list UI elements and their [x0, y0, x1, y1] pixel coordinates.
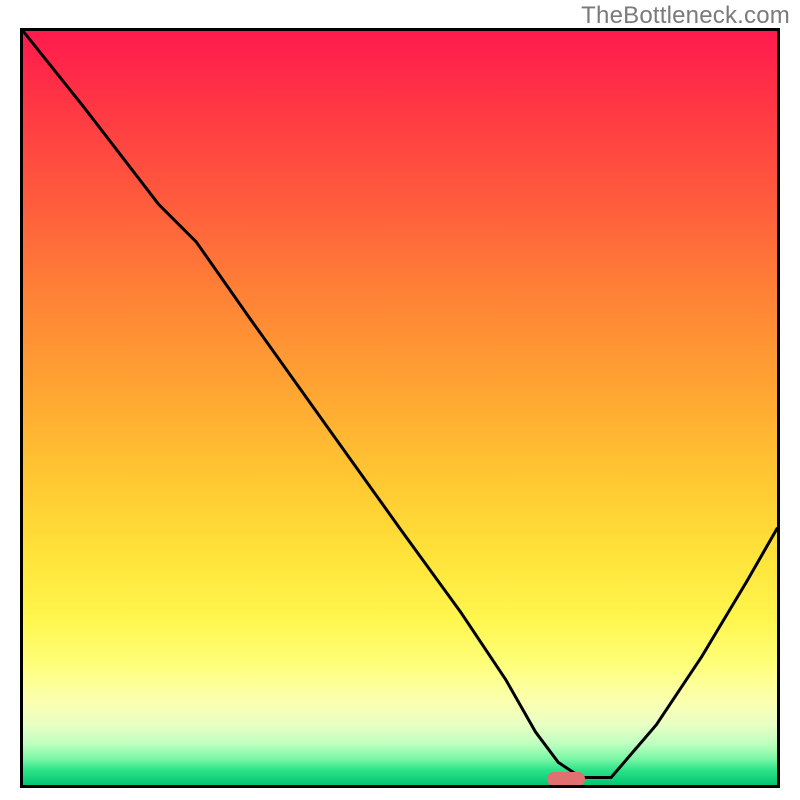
curve-path [23, 31, 777, 778]
chart-frame: TheBottleneck.com [0, 0, 800, 800]
bottleneck-curve [23, 31, 777, 785]
plot-area [20, 28, 780, 788]
optimal-marker [547, 772, 585, 786]
watermark-text: TheBottleneck.com [581, 2, 790, 30]
